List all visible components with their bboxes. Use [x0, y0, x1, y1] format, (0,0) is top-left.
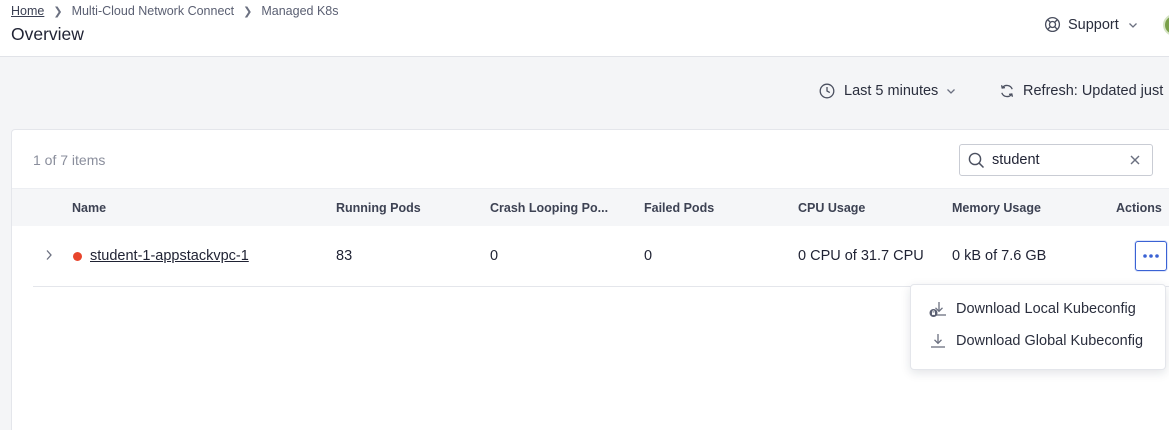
cluster-name-link[interactable]: student-1-appstackvpc-1 [90, 248, 249, 264]
table-header: Name Running Pods Crash Looping Po... Fa… [12, 188, 1169, 226]
crash-looping-pods-value: 0 [490, 248, 499, 264]
status-indicator [73, 252, 82, 261]
clusters-table-card: 1 of 7 items ⋮ Name Running Pods Crash L… [11, 129, 1169, 430]
refresh-label: Refresh: Updated just [1023, 83, 1164, 99]
chevron-right-icon[interactable] [44, 249, 54, 261]
time-range-selector[interactable]: Last 5 minutes [819, 83, 956, 99]
column-header-crash-looping-pods[interactable]: Crash Looping Po... [490, 201, 630, 215]
failed-pods-value: 0 [644, 248, 653, 264]
table-row[interactable]: student-1-appstackvpc-1 83 0 0 0 CPU of … [33, 226, 1169, 287]
search-box[interactable] [959, 144, 1153, 176]
support-menu-button[interactable]: Support [1044, 16, 1145, 33]
download-lock-icon [929, 302, 946, 317]
item-count: 1 of 7 items [33, 152, 106, 168]
menu-item-label: Download Local Kubeconfig [956, 301, 1136, 317]
chevron-down-icon [947, 89, 956, 94]
memory-usage-value: 0 kB of 7.6 GB [952, 248, 1047, 264]
column-header-cpu-usage[interactable]: CPU Usage [798, 201, 865, 215]
avatar[interactable] [1163, 14, 1169, 36]
menu-item-label: Download Global Kubeconfig [956, 333, 1144, 349]
page-title: Overview [11, 24, 84, 44]
download-icon [931, 334, 945, 348]
running-pods-value: 83 [336, 248, 353, 264]
time-range-label: Last 5 minutes [844, 83, 939, 99]
breadcrumb-managed-k8s[interactable]: Managed K8s [261, 4, 338, 18]
refresh-button[interactable]: Refresh: Updated just [999, 83, 1163, 99]
clock-icon [819, 83, 835, 99]
refresh-icon [1000, 84, 1014, 98]
menu-item-download-local-kubeconfig[interactable]: Download Local Kubeconfig [929, 300, 1136, 318]
actions-dropdown-menu: Download Local Kubeconfig Download Globa… [910, 284, 1166, 370]
more-horizontal-icon [1143, 254, 1159, 258]
column-header-running-pods[interactable]: Running Pods [336, 201, 421, 215]
chevron-right-icon: ❯ [53, 5, 63, 18]
clear-search-icon[interactable] [1128, 153, 1142, 167]
chevron-right-icon: ❯ [243, 5, 253, 18]
search-input[interactable] [992, 152, 1112, 168]
menu-item-download-global-kubeconfig[interactable]: Download Global Kubeconfig [929, 332, 1143, 350]
top-bar: Home ❯ Multi-Cloud Network Connect ❯ Man… [0, 0, 1169, 57]
row-actions-button[interactable] [1135, 241, 1167, 271]
column-header-failed-pods[interactable]: Failed Pods [644, 201, 714, 215]
column-header-actions: Actions [1116, 201, 1162, 215]
breadcrumb-multi-cloud[interactable]: Multi-Cloud Network Connect [72, 4, 235, 18]
lifebuoy-icon [1044, 16, 1061, 33]
support-label: Support [1068, 16, 1119, 33]
breadcrumb-home[interactable]: Home [11, 4, 44, 18]
column-header-memory-usage[interactable]: Memory Usage [952, 201, 1041, 215]
search-icon [968, 152, 985, 168]
column-header-name[interactable]: Name [72, 201, 106, 215]
breadcrumb: Home ❯ Multi-Cloud Network Connect ❯ Man… [11, 4, 338, 18]
chevron-down-icon [1128, 22, 1137, 28]
cpu-usage-value: 0 CPU of 31.7 CPU [798, 248, 924, 264]
